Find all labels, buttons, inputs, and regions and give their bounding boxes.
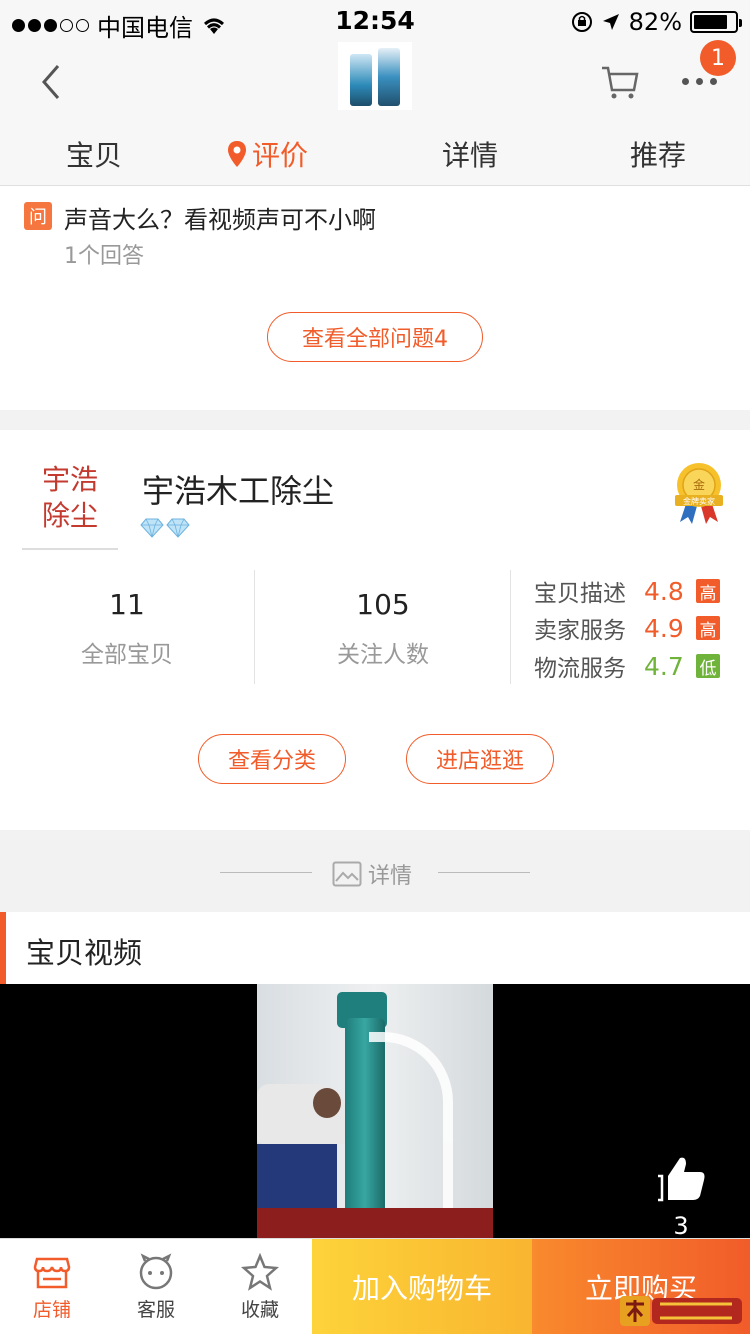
video-section-header: 宝贝视频 <box>0 912 750 984</box>
visit-store-button[interactable]: 进店逛逛 <box>406 734 554 784</box>
rating-level-badge: 低 <box>696 654 720 679</box>
video-player[interactable] <box>0 984 750 1238</box>
battery-percent: 82% <box>628 8 682 36</box>
details-label: 详情 <box>368 864 413 889</box>
video-frame <box>257 984 493 1238</box>
battery-icon <box>690 11 742 33</box>
store-icon <box>33 1257 71 1289</box>
shop-card: 宇浩 除尘 宇浩木工除尘 金 金牌卖家 11 全部宝贝 105 关注人数 宝贝描… <box>0 430 750 830</box>
tab-bar: 宝贝 评价 详情 推荐 <box>0 126 750 186</box>
question-badge: 问 <box>24 202 52 230</box>
rating-description: 宝贝描述 4.8 高 <box>534 574 720 608</box>
video-title: 宝贝视频 <box>26 936 143 970</box>
shop-name[interactable]: 宇浩木工除尘 <box>142 466 334 512</box>
location-arrow-icon <box>602 14 619 30</box>
rotation-lock-icon <box>571 12 592 32</box>
stat-all-items[interactable]: 11 全部宝贝 <box>2 588 252 669</box>
image-icon <box>332 861 362 887</box>
divider <box>254 570 255 684</box>
customer-service-button[interactable]: 客服 <box>104 1239 208 1334</box>
nav-header: 1 <box>0 40 750 126</box>
question-text[interactable]: 声音大么？看视频声可不小啊 <box>64 200 376 235</box>
favorite-button[interactable]: 收藏 <box>208 1239 312 1334</box>
shop-logo[interactable]: 宇浩 除尘 <box>22 456 118 550</box>
more-icon[interactable] <box>682 78 717 85</box>
back-icon[interactable] <box>36 62 68 102</box>
medal-label: 金牌卖家 <box>683 496 715 506</box>
tab-item[interactable]: 宝贝 <box>66 134 122 174</box>
gold-medal-icon: 金 金牌卖家 <box>675 463 723 524</box>
cart-icon[interactable] <box>600 62 640 102</box>
product-thumbnail[interactable] <box>338 42 412 110</box>
rating-score: 4.8 <box>644 576 684 606</box>
answer-count: 1个回答 <box>64 244 144 269</box>
chat-icon <box>139 1253 173 1290</box>
stat-followers[interactable]: 105 关注人数 <box>258 588 508 669</box>
like-count: 3 <box>673 1212 689 1240</box>
diamond-icon <box>140 518 164 538</box>
divider <box>510 570 511 684</box>
view-categories-button[interactable]: 查看分类 <box>198 734 346 784</box>
notification-badge: 1 <box>700 40 736 76</box>
tab-reviews[interactable]: 评价 <box>226 134 308 174</box>
diamond-icon <box>166 518 190 538</box>
rating-level-badge: 高 <box>696 616 720 641</box>
add-to-cart-button[interactable]: 加入购物车 <box>312 1239 532 1334</box>
status-bar: 中国电信 12:54 82% <box>0 0 750 42</box>
watermark-logo-icon <box>620 1296 742 1326</box>
view-all-questions-button[interactable]: 查看全部问题4 <box>267 312 483 362</box>
location-pin-icon <box>228 141 246 167</box>
rating-level-badge: 高 <box>696 579 720 604</box>
store-button[interactable]: 店铺 <box>0 1239 104 1334</box>
shop-level <box>140 518 190 538</box>
details-divider: 详情 <box>0 852 750 896</box>
qa-section: 问 声音大么？看视频声可不小啊 1个回答 查看全部问题4 <box>0 186 750 410</box>
rating-service: 卖家服务 4.9 高 <box>534 611 720 645</box>
rating-score: 4.7 <box>644 651 684 681</box>
tab-details[interactable]: 详情 <box>442 134 498 174</box>
rating-score: 4.9 <box>644 613 684 643</box>
star-icon <box>241 1253 279 1291</box>
tab-recommend[interactable]: 推荐 <box>630 134 686 174</box>
rating-logistics: 物流服务 4.7 低 <box>534 649 720 683</box>
thumbs-up-icon[interactable] <box>656 1154 708 1204</box>
medal-text: 金 <box>693 477 705 492</box>
